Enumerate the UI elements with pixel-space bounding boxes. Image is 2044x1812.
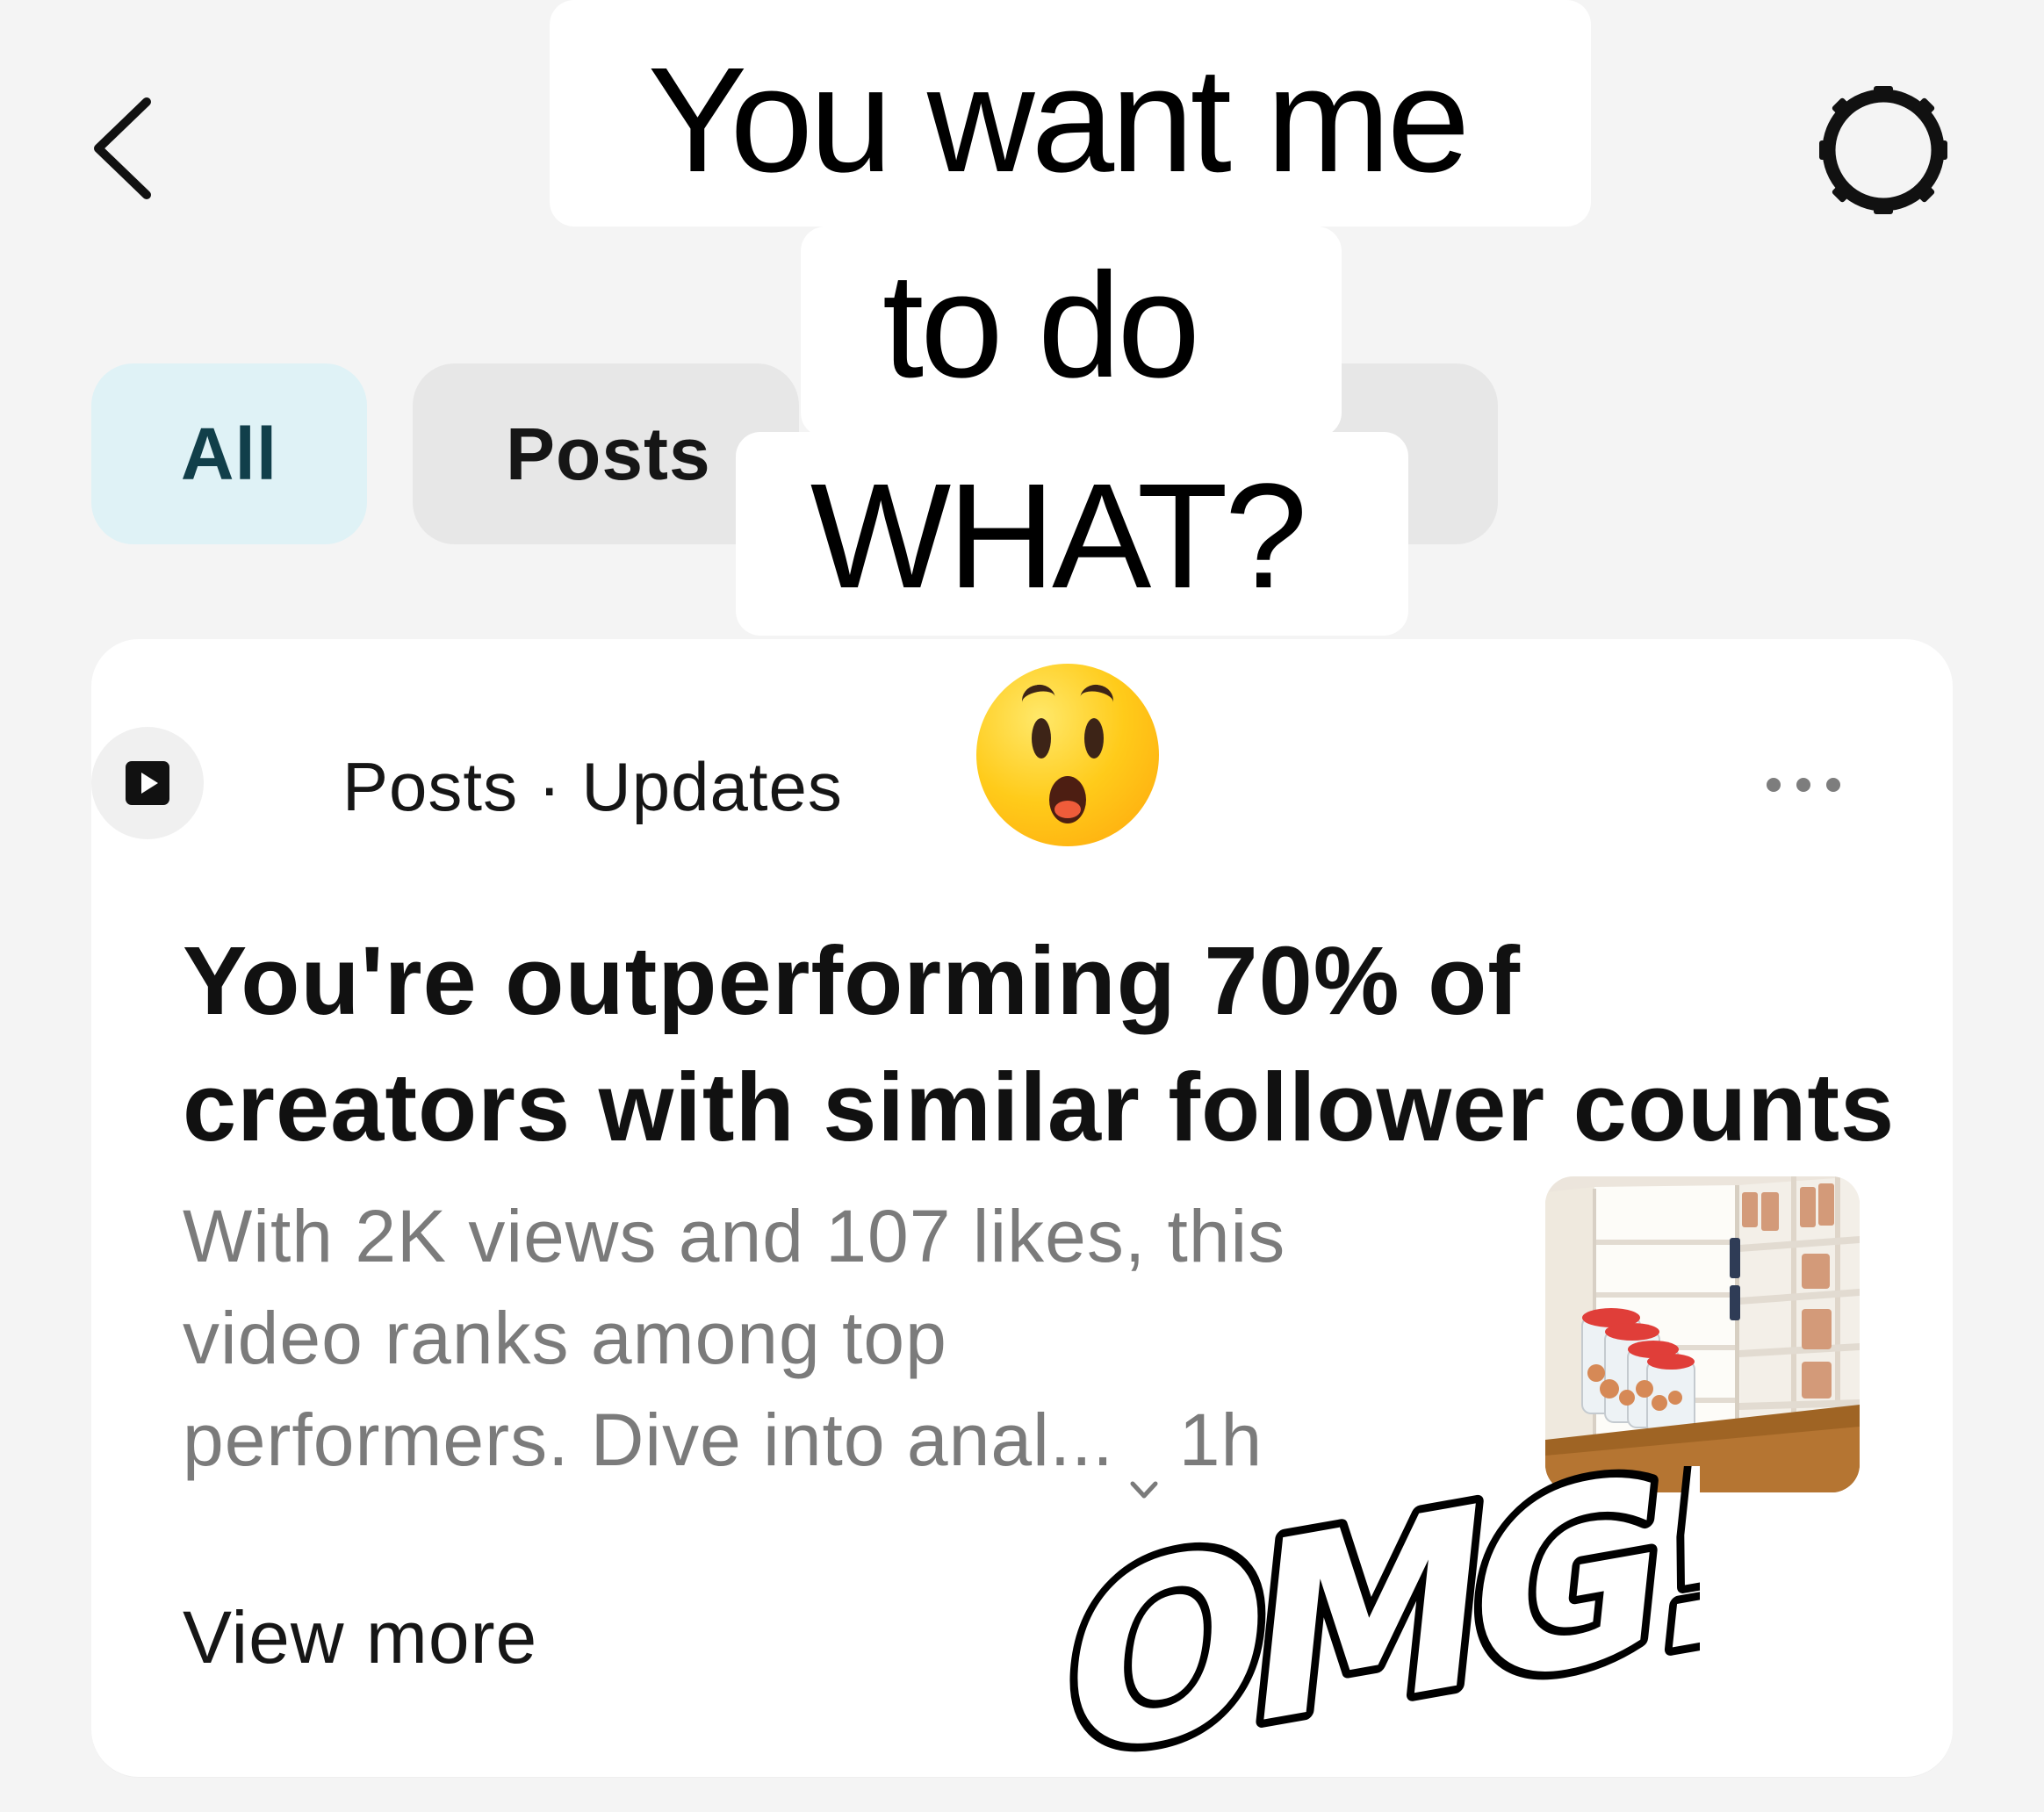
more-options-button[interactable] — [1767, 757, 1854, 809]
video-thumbnail[interactable] — [1545, 1176, 1860, 1492]
tab-all[interactable]: All — [91, 363, 367, 544]
tab-partially-hidden[interactable] — [1264, 363, 1498, 544]
summary-line: video ranks among top — [183, 1297, 947, 1379]
summary-line: performers. Dive into anal... — [183, 1399, 1114, 1481]
source-icon — [91, 727, 204, 839]
tab-label: Posts — [506, 412, 711, 495]
emoji-eye — [1084, 718, 1104, 759]
astonished-emoji-icon — [976, 664, 1159, 846]
title-line: You're outperforming 70% of — [183, 927, 1521, 1035]
pantry-shelves-image — [1545, 1176, 1860, 1492]
emoji-brow — [1019, 681, 1058, 718]
notification-title: You're outperforming 70% of creators wit… — [183, 918, 1921, 1171]
tab-label: All — [180, 412, 278, 495]
view-more-link[interactable]: View more — [183, 1595, 537, 1680]
filter-tabs: All Posts — [0, 0, 2044, 615]
title-line: creators with similar follower counts — [183, 1053, 1896, 1161]
tab-posts[interactable]: Posts — [413, 363, 799, 544]
emoji-brow — [1077, 681, 1116, 718]
more-dots-icon — [1767, 778, 1781, 792]
notification-source: Posts · Updates — [342, 748, 843, 825]
emoji-mouth — [1049, 776, 1086, 823]
video-play-icon — [126, 761, 169, 805]
notification-summary: With 2K views and 107 likes, this video … — [183, 1185, 1429, 1499]
notification-time: 1h — [1178, 1399, 1263, 1481]
emoji-eye — [1032, 718, 1051, 759]
summary-line-with-time: performers. Dive into anal... 1h — [183, 1389, 1429, 1499]
summary-line: With 2K views and 107 likes, this — [183, 1195, 1286, 1277]
chevron-down-icon[interactable] — [1126, 1430, 1162, 1499]
more-dots-icon — [1826, 778, 1840, 792]
more-dots-icon — [1796, 778, 1810, 792]
